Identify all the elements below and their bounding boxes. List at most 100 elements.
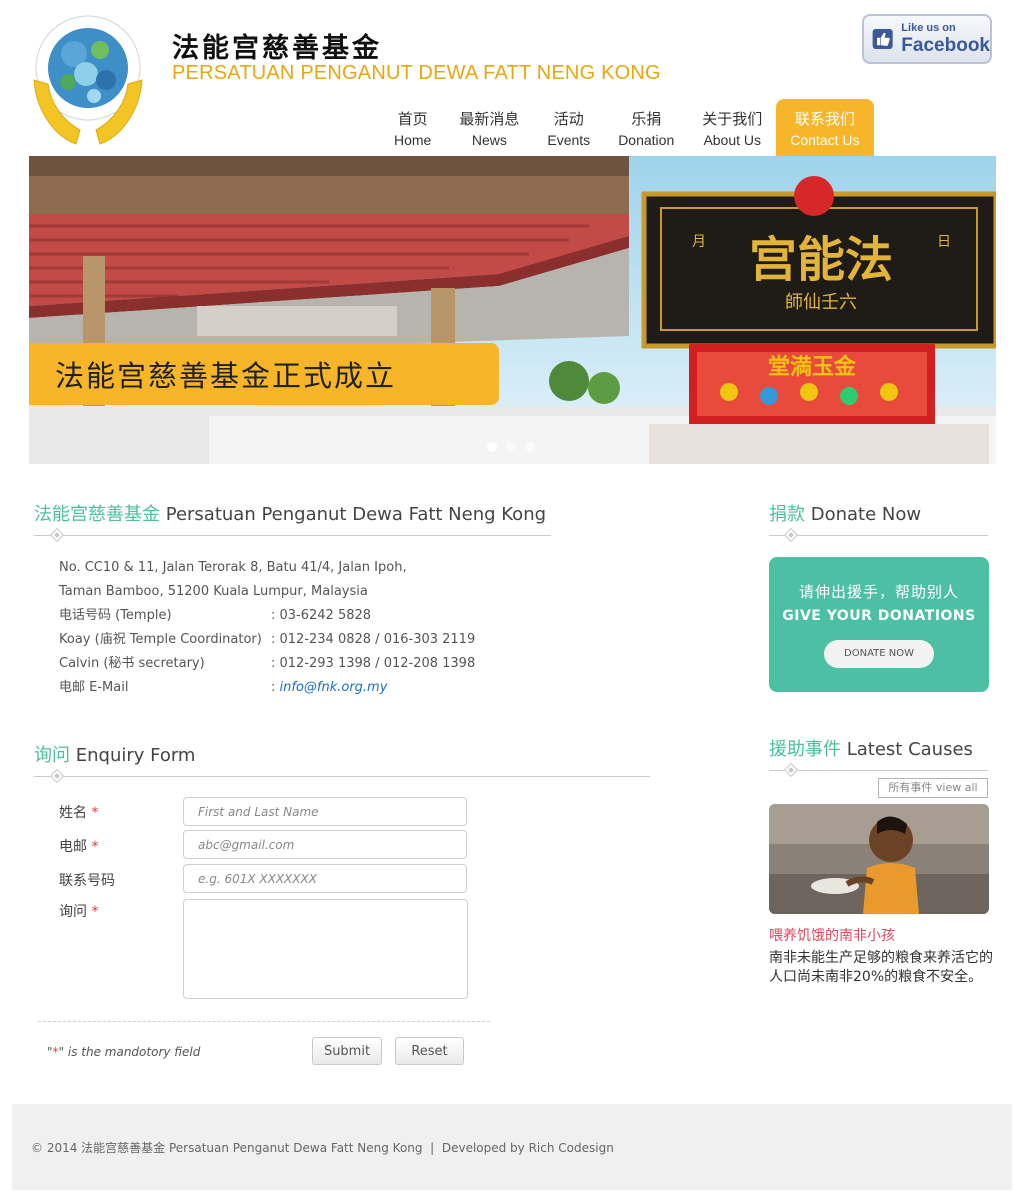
- facebook-like-text: Like us on: [901, 22, 956, 34]
- contact-value: : 03-6242 5828: [271, 608, 372, 623]
- enquiry-heading-cn: 询问: [34, 745, 70, 766]
- main-navigation: 首页 Home 最新消息 News 活动 Events 乐捐 Donation …: [380, 99, 874, 156]
- donate-now-button[interactable]: DONATE NOW: [824, 640, 934, 668]
- donate-box: 请伸出援手，帮助别人 GIVE YOUR DONATIONS DONATE NO…: [769, 557, 989, 692]
- enquiry-heading-diamond: [49, 768, 65, 784]
- footer: © 2014 法能宫慈善基金 Persatuan Penganut Dewa F…: [12, 1104, 1012, 1190]
- contact-row-temple: 电话号码 (Temple) : 03-6242 5828: [59, 604, 475, 628]
- email-link[interactable]: info@fnk.org.my: [280, 680, 388, 695]
- contact-value-prefix: :: [271, 680, 280, 695]
- nav-label-cn: 活动: [553, 109, 584, 128]
- causes-heading-cn: 援助事件: [769, 739, 841, 760]
- nav-item-contact-us[interactable]: 联系我们 Contact Us: [776, 99, 874, 156]
- slider-dot-2[interactable]: [506, 442, 516, 452]
- nav-item-events[interactable]: 活动 Events: [533, 99, 604, 156]
- footer-text: © 2014 法能宫慈善基金 Persatuan Penganut Dewa F…: [31, 1139, 614, 1156]
- hero-slider[interactable]: 宫能法 師仙壬六 月 日 堂満玉金 法能宫慈善基金正式成立: [29, 156, 996, 464]
- contact-details: No. CC10 & 11, Jalan Terorak 8, Batu 41/…: [59, 556, 475, 700]
- sign-sub-text: 師仙壬六: [785, 292, 857, 313]
- nav-label-cn: 首页: [397, 109, 428, 128]
- brand-title-english: PERSATUAN PENGANUT DEWA FATT NENG KONG: [172, 62, 661, 84]
- nav-label-en: About Us: [703, 131, 762, 148]
- phone-label: 联系号码: [59, 870, 115, 890]
- view-all-causes-link[interactable]: 所有事件 view all: [878, 778, 988, 798]
- view-all-cn: 所有事件: [888, 781, 933, 794]
- form-divider: [38, 1021, 490, 1022]
- developer-link[interactable]: Developed by Rich Codesign: [442, 1141, 614, 1155]
- causes-heading-en: Latest Causes: [846, 739, 973, 760]
- nav-item-about-us[interactable]: 关于我们 About Us: [688, 99, 776, 156]
- slider-dot-3[interactable]: [525, 442, 535, 452]
- cause-description: 南非未能生产足够的粮食来养活它的人口尚未南非20%的粮食不安全。: [769, 950, 993, 985]
- nav-label-cn: 最新消息: [459, 109, 520, 128]
- causes-heading: 援助事件 Latest Causes: [769, 735, 973, 761]
- donate-heading: 捐款 Donate Now: [769, 500, 921, 526]
- contact-row-coordinator: Koay (庙祝 Temple Coordinator) : 012-234 0…: [59, 628, 475, 652]
- cause-title-link[interactable]: 喂养饥饿的南非小孩: [769, 925, 895, 945]
- donate-line-en: GIVE YOUR DONATIONS: [782, 608, 976, 624]
- slide-caption-text: 法能宫慈善基金正式成立: [55, 359, 397, 393]
- contact-heading-diamond: [49, 527, 65, 543]
- footer-copyright: © 2014 法能宫慈善基金 Persatuan Penganut Dewa F…: [31, 1141, 423, 1155]
- contact-heading-rule: [34, 535, 551, 536]
- enquiry-heading: 询问 Enquiry Form: [34, 741, 195, 767]
- required-asterisk: *: [91, 839, 99, 855]
- facebook-name-text: Facebook: [901, 35, 990, 56]
- contact-heading-cn: 法能宫慈善基金: [34, 504, 160, 525]
- reset-button[interactable]: Reset: [395, 1037, 464, 1065]
- required-asterisk: *: [91, 805, 99, 821]
- red-banner-text: 堂満玉金: [768, 354, 857, 380]
- contact-heading: 法能宫慈善基金 Persatuan Penganut Dewa Fatt Nen…: [34, 500, 546, 526]
- nav-label-cn: 关于我们: [702, 109, 763, 128]
- submit-button[interactable]: Submit: [312, 1037, 382, 1065]
- enquiry-heading-en: Enquiry Form: [75, 745, 196, 766]
- mandatory-note-text: is the mandotory field: [64, 1045, 201, 1059]
- name-label-text: 姓名: [59, 805, 87, 821]
- donate-heading-cn: 捐款: [769, 504, 805, 525]
- slider-pagination: [487, 442, 535, 452]
- contact-label: Koay (庙祝 Temple Coordinator): [59, 632, 262, 647]
- donate-heading-en: Donate Now: [810, 504, 922, 525]
- mandatory-note: "*" is the mandotory field: [47, 1045, 200, 1059]
- nav-label-en: Home: [394, 131, 432, 148]
- donate-line-cn: 请伸出援手，帮助别人: [798, 583, 959, 601]
- message-label-text: 询问: [59, 904, 87, 920]
- email-label-text: 电邮: [59, 839, 87, 855]
- contact-heading-en: Persatuan Penganut Dewa Fatt Neng Kong: [165, 504, 547, 525]
- phone-input[interactable]: [183, 864, 467, 893]
- sign-left-text: 月: [692, 234, 706, 250]
- causes-heading-diamond: [783, 762, 799, 778]
- slider-dot-1[interactable]: [487, 442, 497, 452]
- donate-heading-diamond: [783, 527, 799, 543]
- name-input[interactable]: [183, 797, 467, 826]
- nav-label-en: Donation: [618, 131, 675, 148]
- email-input[interactable]: [183, 830, 467, 859]
- address-line-2: Taman Bamboo, 51200 Kuala Lumpur, Malays…: [59, 584, 368, 599]
- required-asterisk: *: [91, 904, 99, 920]
- view-all-en: view all: [935, 781, 978, 794]
- phone-label-text: 联系号码: [59, 873, 115, 889]
- footer-separator: |: [430, 1141, 435, 1155]
- causes-heading-rule: [769, 770, 988, 771]
- nav-label-cn: 乐捐: [631, 109, 662, 128]
- brand-title-chinese: 法能宫慈善基金: [172, 33, 382, 64]
- contact-label: Calvin (秘书 secretary): [59, 656, 205, 671]
- nav-item-home[interactable]: 首页 Home: [380, 99, 445, 156]
- message-label: 询问 *: [59, 901, 98, 921]
- contact-label: 电邮 E-Mail: [59, 680, 129, 695]
- logo[interactable]: [28, 10, 148, 150]
- nav-label-cn: 联系我们: [794, 109, 855, 128]
- address-line-1: No. CC10 & 11, Jalan Terorak 8, Batu 41/…: [59, 560, 407, 575]
- nav-label-en: Contact Us: [790, 131, 860, 148]
- message-textarea[interactable]: [183, 899, 468, 999]
- nav-item-news[interactable]: 最新消息 News: [445, 99, 533, 156]
- email-label: 电邮 *: [59, 836, 98, 856]
- donate-heading-rule: [769, 535, 988, 536]
- name-label: 姓名 *: [59, 802, 98, 822]
- contact-label: 电话号码 (Temple): [59, 608, 172, 623]
- cause-image[interactable]: [769, 804, 989, 914]
- contact-value: : 012-293 1398 / 012-208 1398: [271, 656, 476, 671]
- nav-item-donation[interactable]: 乐捐 Donation: [604, 99, 688, 156]
- facebook-like-button[interactable]: Like us on Facebook: [862, 14, 992, 64]
- sign-main-text: 宫能法: [749, 232, 893, 288]
